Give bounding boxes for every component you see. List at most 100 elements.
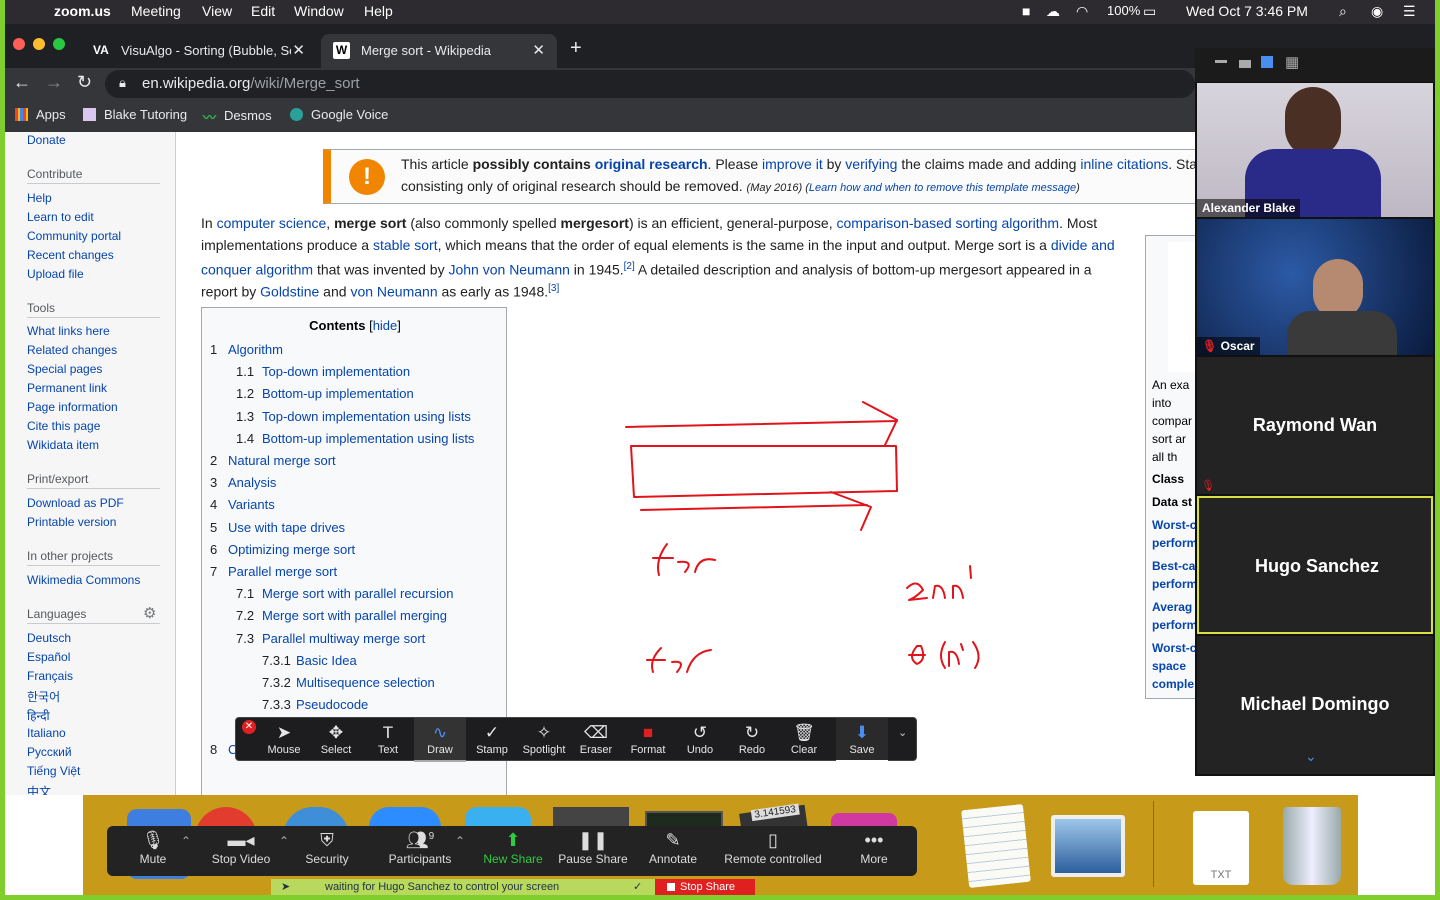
- textedit-app-icon[interactable]: [961, 803, 1031, 889]
- chevron-up-icon[interactable]: ⌃: [455, 834, 465, 848]
- undo-icon: ↺: [692, 723, 708, 742]
- draw-tool[interactable]: ∿ Draw: [414, 718, 466, 762]
- shield-icon: ⛨: [320, 830, 334, 850]
- more-button[interactable]: ••• More: [839, 830, 909, 866]
- draw-icon: ∿: [432, 723, 448, 742]
- button-label: More: [860, 852, 888, 866]
- speaker-view-icon[interactable]: [1261, 56, 1273, 68]
- tool-label: Text: [377, 744, 399, 756]
- close-annotation-icon[interactable]: ✕: [242, 720, 256, 734]
- panel-header: ▦: [1195, 48, 1435, 82]
- button-label: Security: [305, 852, 349, 866]
- chevron-up-icon[interactable]: ⌃: [181, 834, 191, 848]
- spotlight-icon: ✧: [536, 723, 552, 742]
- stop-video-button[interactable]: ▬◂ Stop Video: [201, 830, 281, 866]
- handwriting-for-2: [646, 647, 712, 673]
- chevron-down-icon[interactable]: ⌄: [1305, 748, 1317, 765]
- tool-label: Eraser: [579, 744, 613, 756]
- redo-icon: ↻: [744, 723, 760, 742]
- more-icon: •••: [864, 830, 884, 850]
- text-tool[interactable]: T Text: [362, 718, 414, 762]
- stamp-icon: ✓: [484, 723, 500, 742]
- clear-button[interactable]: 🗑︎ Clear: [778, 718, 830, 762]
- format-tool[interactable]: ■ Format: [622, 718, 674, 762]
- eraser-tool[interactable]: ⌫ Eraser: [570, 718, 622, 762]
- stop-icon: [667, 883, 675, 891]
- video-camera-icon: ▬◂: [227, 830, 255, 850]
- video-tile-michael-domingo[interactable]: Michael Domingo ⌄: [1197, 636, 1433, 774]
- undo-button[interactable]: ↺ Undo: [674, 718, 726, 762]
- tool-label: Select: [320, 744, 352, 756]
- button-label: Stop Video: [211, 852, 271, 866]
- tool-label: Save: [849, 744, 875, 756]
- spotlight-tool[interactable]: ✧ Spotlight: [518, 718, 570, 762]
- txt-file-label: TXT: [1210, 869, 1232, 881]
- new-share-button[interactable]: ⬆ New Share: [473, 830, 553, 866]
- participants-button[interactable]: 👥︎9 Participants: [377, 830, 463, 866]
- save-button[interactable]: ⬇ Save: [836, 718, 888, 762]
- participant-name: Oscar: [1220, 339, 1255, 353]
- participant-name-label: Alexander Blake: [1197, 199, 1301, 217]
- chevron-down-icon[interactable]: ⌄: [898, 726, 907, 739]
- zoom-participants-panel: ▦ Alexander Blake 🎙︎ Oscar Raymond Wan 🎙…: [1195, 48, 1435, 776]
- video-tile-alexander-blake[interactable]: Alexander Blake: [1197, 83, 1433, 217]
- annotation-toolbar: ✕ ➤ Mouse ✥ Select T Text ∿ Draw ✓ Stamp ✧ Spotligh…: [235, 717, 917, 762]
- tool-label: Format: [630, 744, 666, 756]
- button-label: Remote controlled: [724, 852, 822, 866]
- mouse-icon: ➤: [276, 723, 292, 742]
- participant-name-label: 🎙︎ Oscar: [1197, 337, 1260, 355]
- participant-count: 9: [428, 831, 435, 842]
- handwriting-o-n-squared: [908, 641, 980, 669]
- tool-label: Mouse: [267, 744, 301, 756]
- security-button[interactable]: ⛨ Security: [287, 830, 367, 866]
- redo-button[interactable]: ↻ Redo: [726, 718, 778, 762]
- mouse-icon: ▯: [768, 830, 778, 850]
- tool-label: Spotlight: [522, 744, 566, 756]
- cursor-icon: ➤: [281, 881, 291, 893]
- preview-app-icon[interactable]: [1051, 815, 1125, 877]
- arrow-bottom-drawing: [640, 491, 872, 531]
- txt-file-icon[interactable]: TXT: [1193, 811, 1249, 885]
- tool-label: Redo: [738, 744, 766, 756]
- tool-label: Clear: [790, 744, 818, 756]
- handwriting-for-1: [652, 543, 716, 576]
- remote-control-status: ➤ waiting for Hugo Sanchez to control yo…: [271, 879, 655, 895]
- pause-share-button[interactable]: ❚❚ Pause Share: [553, 830, 633, 866]
- muted-mic-icon: 🎙︎: [1202, 339, 1221, 353]
- stamp-tool[interactable]: ✓ Stamp: [466, 718, 518, 762]
- participant-name-label: Raymond Wan: [1252, 415, 1378, 435]
- screen: zoom.us Meeting View Edit Window Help ■ …: [5, 0, 1435, 895]
- participant-name-label: Hugo Sanchez: [1254, 556, 1379, 576]
- pause-icon: ❚❚: [577, 830, 609, 850]
- muted-mic-icon: 🎙︎: [1201, 480, 1215, 492]
- participant-video-feed: [1285, 87, 1341, 157]
- participants-icon: 👥︎9: [405, 830, 435, 850]
- video-tile-oscar[interactable]: 🎙︎ Oscar: [1197, 219, 1433, 355]
- video-tile-raymond-wan[interactable]: Raymond Wan 🎙︎: [1197, 357, 1433, 494]
- box-drawing: [630, 445, 898, 498]
- button-label: New Share: [483, 852, 543, 866]
- select-tool[interactable]: ✥ Select: [310, 718, 362, 762]
- stop-share-button[interactable]: Stop Share: [655, 879, 755, 895]
- select-icon: ✥: [328, 723, 344, 742]
- participant-video-feed: [1313, 259, 1363, 319]
- clear-icon: 🗑︎: [793, 723, 815, 742]
- thumbnail-view-icon[interactable]: [1239, 60, 1251, 68]
- minimize-icon[interactable]: [1215, 60, 1227, 63]
- dock-divider: [1153, 801, 1154, 887]
- video-tile-hugo-sanchez[interactable]: Hugo Sanchez: [1197, 496, 1433, 634]
- annotate-button[interactable]: ✎ Annotate: [633, 830, 713, 866]
- trash-icon[interactable]: [1283, 807, 1341, 885]
- zoom-meeting-controls: 🎙︎ Mute ⌃ ▬◂ Stop Video ⌃ ⛨ Security 👥︎9 Par…: [107, 826, 917, 876]
- button-label: Mute: [139, 852, 167, 866]
- remote-control-button[interactable]: ▯ Remote controlled: [717, 830, 829, 866]
- tool-label: Draw: [427, 744, 453, 756]
- pencil-icon: ✎: [665, 830, 681, 850]
- participant-video-feed: [1287, 311, 1397, 355]
- share-screen-icon: ⬆: [505, 830, 521, 850]
- gallery-view-icon[interactable]: ▦: [1285, 53, 1299, 71]
- format-icon: ■: [642, 723, 654, 742]
- mouse-tool[interactable]: ➤ Mouse: [258, 718, 310, 762]
- shield-check-icon: ✓: [633, 881, 643, 893]
- participant-name-label: Michael Domingo: [1240, 694, 1390, 714]
